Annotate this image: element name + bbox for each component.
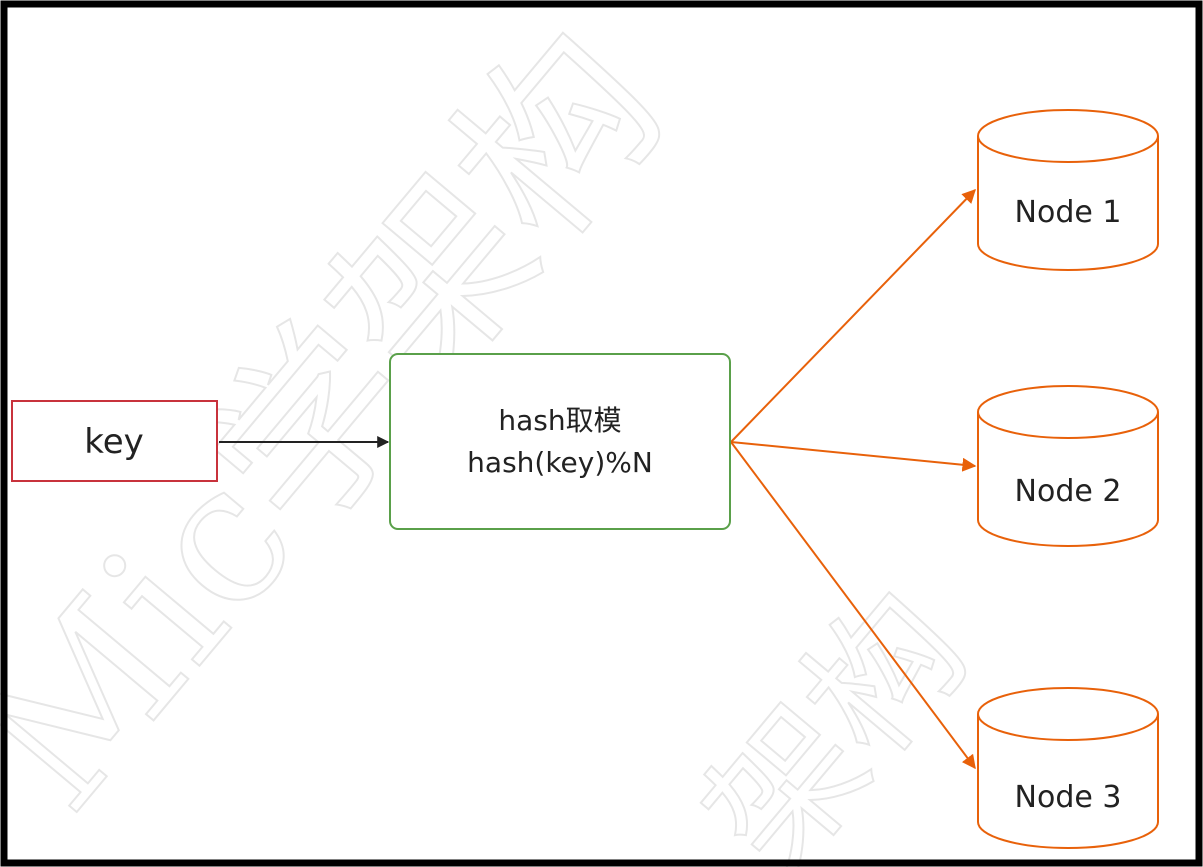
hash-box bbox=[389, 353, 731, 530]
key-node: key bbox=[11, 400, 218, 482]
node-2-label: Node 2 bbox=[1015, 474, 1122, 509]
edge-hash-to-node1 bbox=[730, 188, 976, 443]
node-3-label: Node 3 bbox=[1015, 780, 1122, 815]
key-label: key bbox=[84, 422, 144, 462]
hash-node: hash取模 hash(key)%N bbox=[389, 353, 731, 530]
hash-title: hash取模 bbox=[498, 404, 621, 437]
database-node-3: Node 3 bbox=[977, 687, 1159, 849]
database-top bbox=[977, 109, 1159, 163]
database-node-2: Node 2 bbox=[977, 385, 1159, 547]
database-top bbox=[977, 385, 1159, 439]
watermark-text-lower-right: 架构 bbox=[674, 561, 1000, 867]
database-node-1: Node 1 bbox=[977, 109, 1159, 271]
node-1-label: Node 1 bbox=[1015, 195, 1122, 230]
edge-hash-to-node2 bbox=[730, 441, 977, 472]
database-top bbox=[977, 687, 1159, 741]
hash-formula: hash(key)%N bbox=[467, 446, 653, 479]
diagram-canvas: Mic学架构 架构 key hash取模 hash(key)%N Node 1 … bbox=[0, 0, 1203, 867]
